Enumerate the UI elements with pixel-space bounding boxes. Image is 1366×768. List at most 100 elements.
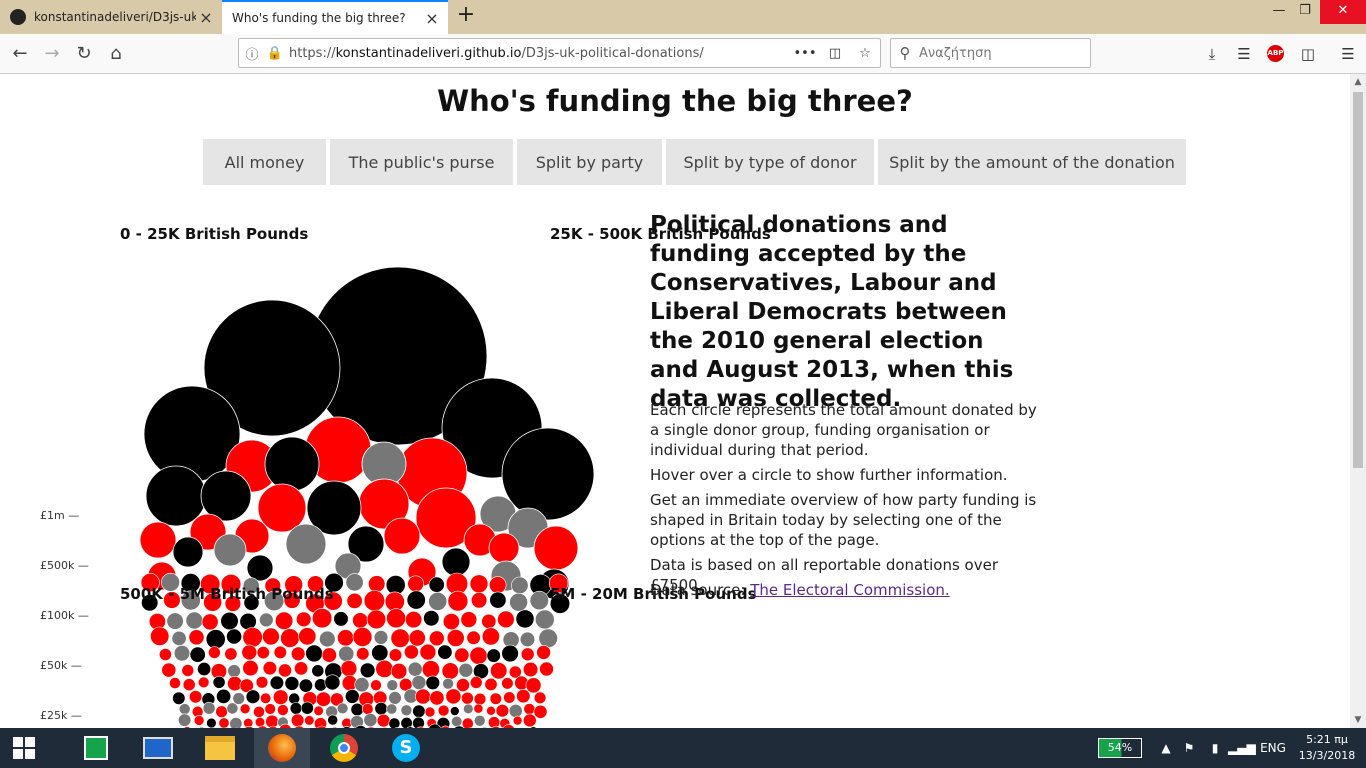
donation-bubble[interactable] <box>437 644 453 660</box>
donation-bubble[interactable] <box>533 525 579 571</box>
donation-bubble[interactable] <box>429 690 445 706</box>
donation-bubble[interactable] <box>489 591 507 609</box>
donation-bubble[interactable] <box>512 715 523 726</box>
donation-bubble[interactable] <box>508 703 523 718</box>
donation-bubble[interactable] <box>469 646 488 665</box>
donation-bubble[interactable] <box>327 714 339 726</box>
donation-bubble[interactable] <box>254 717 266 728</box>
donation-bubble[interactable] <box>489 576 507 594</box>
filter-amount-button[interactable]: Split by the amount of the donation <box>878 139 1186 185</box>
donation-bubble[interactable] <box>260 692 272 704</box>
donation-bubble[interactable] <box>350 702 364 717</box>
donation-bubble[interactable] <box>461 717 474 728</box>
page-actions-icon[interactable]: ••• <box>790 46 820 61</box>
clock[interactable]: 5:21 πμ 13/3/2018 <box>1298 732 1356 764</box>
donation-bubble[interactable] <box>275 611 294 630</box>
donation-bubble[interactable] <box>368 575 386 593</box>
donation-bubble[interactable] <box>273 689 289 705</box>
donation-bubble[interactable] <box>415 688 431 705</box>
donation-bubble[interactable] <box>181 664 195 677</box>
new-tab-button[interactable]: + <box>454 4 478 28</box>
donation-bubble[interactable] <box>423 610 440 627</box>
chrome-icon[interactable] <box>316 728 372 768</box>
download-icon[interactable]: ⤓ <box>1198 40 1226 68</box>
donation-bubble[interactable] <box>441 547 471 577</box>
donation-bubble[interactable] <box>300 701 314 715</box>
donation-bubble[interactable] <box>536 645 551 660</box>
donation-bubble[interactable] <box>516 689 531 704</box>
donation-bubble[interactable] <box>208 646 221 659</box>
donation-bubble[interactable] <box>304 715 315 726</box>
donation-bubble[interactable] <box>509 592 528 612</box>
donation-bubble[interactable] <box>437 704 450 717</box>
donation-bubble[interactable] <box>259 612 274 628</box>
scroll-thumb[interactable] <box>1353 92 1363 468</box>
donation-bubble[interactable] <box>294 661 309 676</box>
url-bar[interactable]: ⓘ 🔒 https://konstantinadeliveri.github.i… <box>238 38 881 68</box>
donation-bubble[interactable] <box>278 663 292 678</box>
donation-bubble[interactable] <box>216 688 232 704</box>
sidebar-icon[interactable]: ◫ <box>1294 40 1322 68</box>
donation-bubble[interactable] <box>466 630 481 645</box>
donation-bubble[interactable] <box>256 646 270 660</box>
donation-bubble[interactable] <box>354 677 370 693</box>
donation-bubble[interactable] <box>374 702 388 716</box>
donation-bubble[interactable] <box>262 627 280 646</box>
scroll-down-icon[interactable]: ▼ <box>1350 712 1366 728</box>
donation-bubble[interactable] <box>519 631 536 648</box>
donation-bubble[interactable] <box>239 703 251 715</box>
donation-bubble[interactable] <box>201 613 219 631</box>
filter-donor-type-button[interactable]: Split by type of donor <box>666 139 874 185</box>
home-icon[interactable]: ⌂ <box>102 40 130 68</box>
donation-bubble[interactable] <box>390 663 408 680</box>
action-flag-icon[interactable]: ⚑ <box>1180 728 1198 768</box>
donation-bubble[interactable] <box>469 574 489 594</box>
donation-bubble[interactable] <box>253 705 265 718</box>
scrollbar[interactable]: ▲ ▼ <box>1350 74 1366 728</box>
donation-bubble[interactable] <box>456 678 470 692</box>
donation-bubble[interactable] <box>202 701 216 715</box>
info-icon[interactable]: ⓘ <box>239 44 265 63</box>
donation-bubble[interactable] <box>319 630 336 648</box>
donation-bubble[interactable] <box>226 628 242 645</box>
donation-bubble[interactable] <box>166 612 184 630</box>
donation-bubble[interactable] <box>403 644 419 660</box>
donation-bubble[interactable] <box>412 704 426 718</box>
donation-bubble[interactable] <box>178 703 191 715</box>
donation-bubble[interactable] <box>460 611 478 628</box>
donation-bubble[interactable] <box>533 691 547 704</box>
donation-bubble[interactable] <box>408 629 426 647</box>
donation-bubble[interactable] <box>428 591 448 611</box>
donation-bubble[interactable] <box>291 646 306 661</box>
donation-bubble[interactable] <box>539 661 554 677</box>
electoral-commission-link[interactable]: The Electoral Commission. <box>750 581 949 599</box>
donation-bubble[interactable] <box>172 536 204 568</box>
donation-bubble[interactable] <box>386 679 399 692</box>
donation-bubble[interactable] <box>451 715 463 728</box>
restore-icon[interactable]: ❐ <box>1288 0 1322 24</box>
close-tab-icon[interactable]: × <box>196 8 216 27</box>
donation-bubble[interactable] <box>218 717 230 728</box>
donation-bubble[interactable] <box>145 465 207 527</box>
donation-bubble[interactable] <box>344 689 360 704</box>
donation-bubble[interactable] <box>538 628 558 648</box>
start-button[interactable] <box>0 728 48 768</box>
donation-bubble[interactable] <box>193 715 205 726</box>
donation-bubble[interactable] <box>359 662 376 678</box>
bookmark-star-icon[interactable]: ☆ <box>850 46 880 61</box>
donation-bubble[interactable] <box>523 703 536 715</box>
donation-bubble[interactable] <box>312 608 333 629</box>
donation-bubble[interactable] <box>188 629 205 646</box>
donation-bubble[interactable] <box>277 704 289 716</box>
donation-bubble[interactable] <box>198 676 210 689</box>
donation-bubble[interactable] <box>445 688 462 705</box>
skype-icon[interactable]: S <box>378 728 434 768</box>
filter-public-purse-button[interactable]: The public's purse <box>330 139 513 185</box>
donation-bubble[interactable] <box>488 532 520 564</box>
battery-indicator[interactable]: 54% <box>1098 738 1142 758</box>
donation-bubble[interactable] <box>242 660 259 677</box>
donation-bubble[interactable] <box>340 660 358 677</box>
tab-active[interactable]: Who's funding the big three? × <box>222 0 448 34</box>
donation-bubble[interactable] <box>366 609 387 630</box>
donation-bubble[interactable] <box>336 702 349 715</box>
